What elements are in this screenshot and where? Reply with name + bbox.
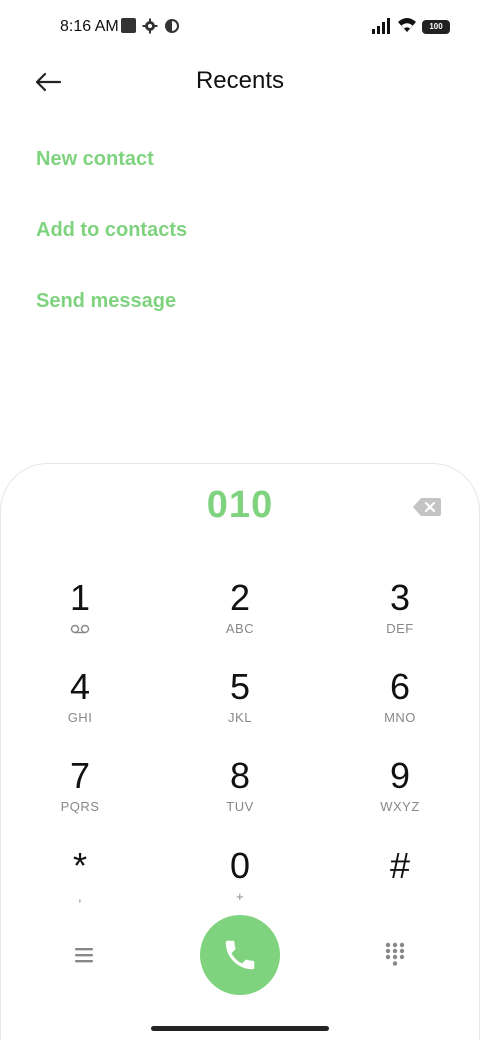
key-digit: 7 (69, 755, 91, 796)
home-indicator[interactable] (151, 1026, 329, 1031)
key-hash[interactable]: # (330, 846, 470, 930)
key-3[interactable]: 3 DEF (330, 578, 470, 662)
settings-gear-icon (142, 18, 158, 34)
key-1[interactable]: 1 (10, 578, 150, 662)
key-9[interactable]: 9 WXYZ (330, 756, 470, 840)
key-letters: MNO (384, 710, 416, 725)
add-to-contacts-link[interactable]: Add to contacts (36, 219, 187, 242)
key-digit: * (72, 845, 87, 886)
key-letters: WXYZ (380, 799, 420, 814)
backspace-icon[interactable] (412, 496, 442, 518)
dialpad-icon[interactable] (383, 941, 407, 969)
key-star[interactable]: * , (10, 846, 150, 930)
cell-signal-icon (372, 18, 390, 34)
key-letters: GHI (67, 710, 93, 725)
menu-icon[interactable] (72, 943, 98, 967)
key-letters: ABC (225, 621, 255, 636)
key-4[interactable]: 4 GHI (10, 667, 150, 751)
phone-icon (225, 940, 255, 970)
key-digit: 2 (229, 577, 251, 618)
key-7[interactable]: 7 PQRS (10, 756, 150, 840)
voicemail-icon (70, 624, 90, 634)
data-saver-icon (165, 19, 179, 33)
key-5[interactable]: 5 JKL (170, 667, 310, 751)
key-digit: 4 (69, 666, 91, 707)
key-letters: PQRS (60, 799, 100, 814)
key-digit: 5 (229, 666, 251, 707)
key-digit: 9 (389, 755, 411, 796)
key-letters: + (235, 889, 245, 904)
new-contact-link[interactable]: New contact (36, 148, 154, 171)
status-bar: 8:16 AM 100 (0, 0, 480, 56)
key-letters: TUV (226, 799, 254, 814)
notification-square-icon (121, 18, 136, 33)
key-digit: 1 (69, 577, 91, 618)
key-letters: JKL (228, 710, 252, 725)
key-letters: DEF (386, 621, 414, 636)
key-8[interactable]: 8 TUV (170, 756, 310, 840)
key-digit: # (389, 845, 411, 886)
dialed-number: 010 (206, 484, 274, 526)
wifi-icon (398, 18, 416, 32)
dialer-screen: 8:16 AM 100 Recents New contact Add to c… (0, 0, 480, 1040)
key-letters: , (77, 889, 83, 904)
battery-icon: 100 (422, 20, 450, 34)
send-message-link[interactable]: Send message (36, 290, 176, 313)
header: Recents (0, 56, 480, 108)
key-digit: 3 (389, 577, 411, 618)
key-2[interactable]: 2 ABC (170, 578, 310, 662)
key-digit: 8 (229, 755, 251, 796)
key-digit: 6 (389, 666, 411, 707)
call-button[interactable] (200, 915, 280, 995)
status-time: 8:16 AM (60, 18, 119, 35)
key-digit: 0 (229, 845, 251, 886)
key-6[interactable]: 6 MNO (330, 667, 470, 751)
page-title: Recents (195, 67, 285, 94)
battery-level: 100 (429, 22, 443, 31)
